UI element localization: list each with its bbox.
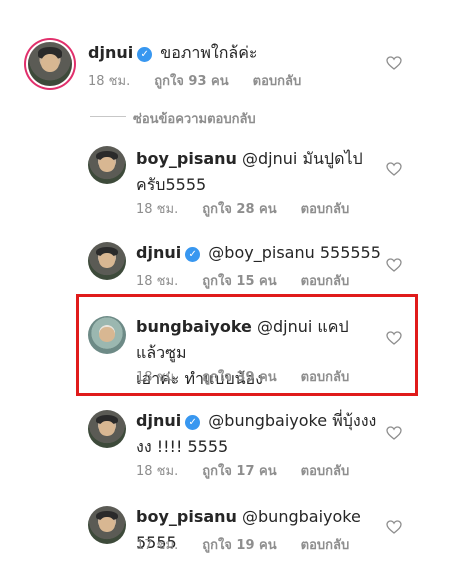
avatar[interactable] [28, 42, 72, 86]
comment-text: มันปูดไป [302, 149, 363, 168]
username[interactable]: djnui [136, 411, 181, 430]
avatar[interactable] [88, 242, 126, 280]
mention-link[interactable]: @bungbaiyoke [242, 507, 361, 526]
avatar[interactable] [88, 506, 126, 544]
likes-count[interactable]: ถูกใจ 15 คน [202, 274, 276, 289]
reply-button[interactable]: ตอบกลับ [301, 538, 350, 553]
mention-link[interactable]: @bungbaiyoke [208, 411, 327, 430]
timestamp: 17 ชม. [136, 538, 179, 553]
username[interactable]: djnui [88, 43, 133, 62]
heart-icon[interactable] [386, 162, 402, 176]
comment-text-line2: ครับ5555 [136, 175, 207, 194]
comment-text: ขอภาพใกล้ค่ะ [160, 43, 258, 62]
verified-badge-icon: ✓ [185, 415, 201, 430]
likes-count[interactable]: ถูกใจ 93 คน [154, 74, 228, 89]
likes-count[interactable]: ถูกใจ 19 คน [202, 538, 276, 553]
comment-text: พี่บุ้งงง [332, 411, 377, 430]
likes-count[interactable]: ถูกใจ 28 คน [202, 202, 276, 217]
mention-link[interactable]: @boy_pisanu [208, 243, 314, 262]
verified-badge-icon: ✓ [137, 47, 153, 62]
divider [90, 116, 126, 117]
timestamp: 18 ชม. [88, 74, 131, 89]
heart-icon[interactable] [386, 520, 402, 534]
timestamp: 18 ชม. [136, 464, 179, 479]
username[interactable]: djnui [136, 243, 181, 262]
timestamp: 18 ชม. [136, 202, 179, 217]
comment-text-line2: งง !!!! 5555 [136, 437, 229, 456]
avatar[interactable] [88, 410, 126, 448]
comment-text: 555555 [319, 243, 381, 262]
heart-icon[interactable] [386, 56, 402, 70]
avatar[interactable] [88, 146, 126, 184]
reply-button[interactable]: ตอบกลับ [301, 274, 350, 289]
reply-button[interactable]: ตอบกลับ [301, 464, 350, 479]
highlight-box [76, 294, 418, 396]
likes-count[interactable]: ถูกใจ 17 คน [202, 464, 276, 479]
heart-icon[interactable] [386, 426, 402, 440]
username[interactable]: boy_pisanu [136, 149, 237, 168]
timestamp: 18 ชม. [136, 274, 179, 289]
reply-button[interactable]: ตอบกลับ [301, 202, 350, 217]
heart-icon[interactable] [386, 258, 402, 272]
verified-badge-icon: ✓ [185, 247, 201, 262]
reply-button[interactable]: ตอบกลับ [253, 74, 302, 89]
mention-link[interactable]: @djnui [242, 149, 297, 168]
username[interactable]: boy_pisanu [136, 507, 237, 526]
hide-replies-link[interactable]: ซ่อนข้อความตอบกลับ [133, 108, 256, 129]
